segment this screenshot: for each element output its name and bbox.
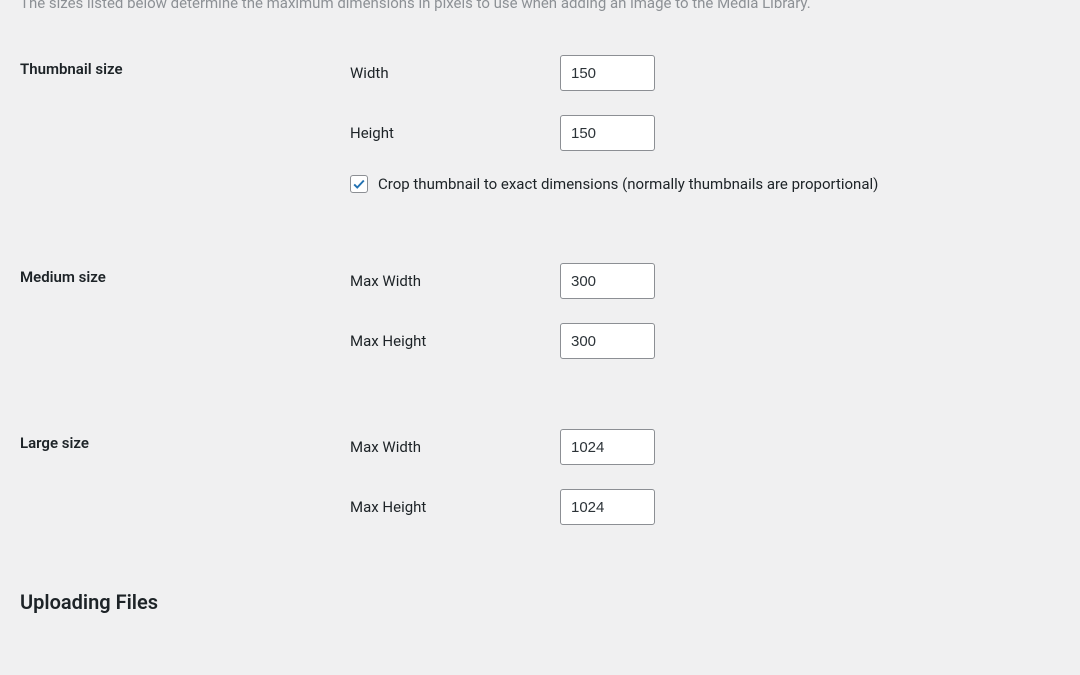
medium-section-label: Medium size [20,248,340,374]
large-max-width-input[interactable] [560,429,655,465]
thumbnail-section-label: Thumbnail size [20,40,340,208]
thumbnail-crop-label[interactable]: Crop thumbnail to exact dimensions (norm… [378,175,878,193]
medium-max-width-input[interactable] [560,263,655,299]
media-settings-table: Thumbnail size Width Height Crop [20,40,1060,540]
large-max-height-label: Max Height [350,498,560,516]
check-icon [352,177,366,191]
large-max-height-input[interactable] [560,489,655,525]
large-section-label: Large size [20,414,340,540]
thumbnail-width-label: Width [350,64,560,82]
large-max-width-label: Max Width [350,438,560,456]
uploading-files-heading: Uploading Files [20,590,1060,614]
thumbnail-crop-checkbox[interactable] [350,175,368,193]
medium-max-width-label: Max Width [350,272,560,290]
intro-text: The sizes listed below determine the max… [20,0,1060,12]
thumbnail-width-input[interactable] [560,55,655,91]
medium-max-height-label: Max Height [350,332,560,350]
thumbnail-height-label: Height [350,124,560,142]
thumbnail-height-input[interactable] [560,115,655,151]
medium-max-height-input[interactable] [560,323,655,359]
